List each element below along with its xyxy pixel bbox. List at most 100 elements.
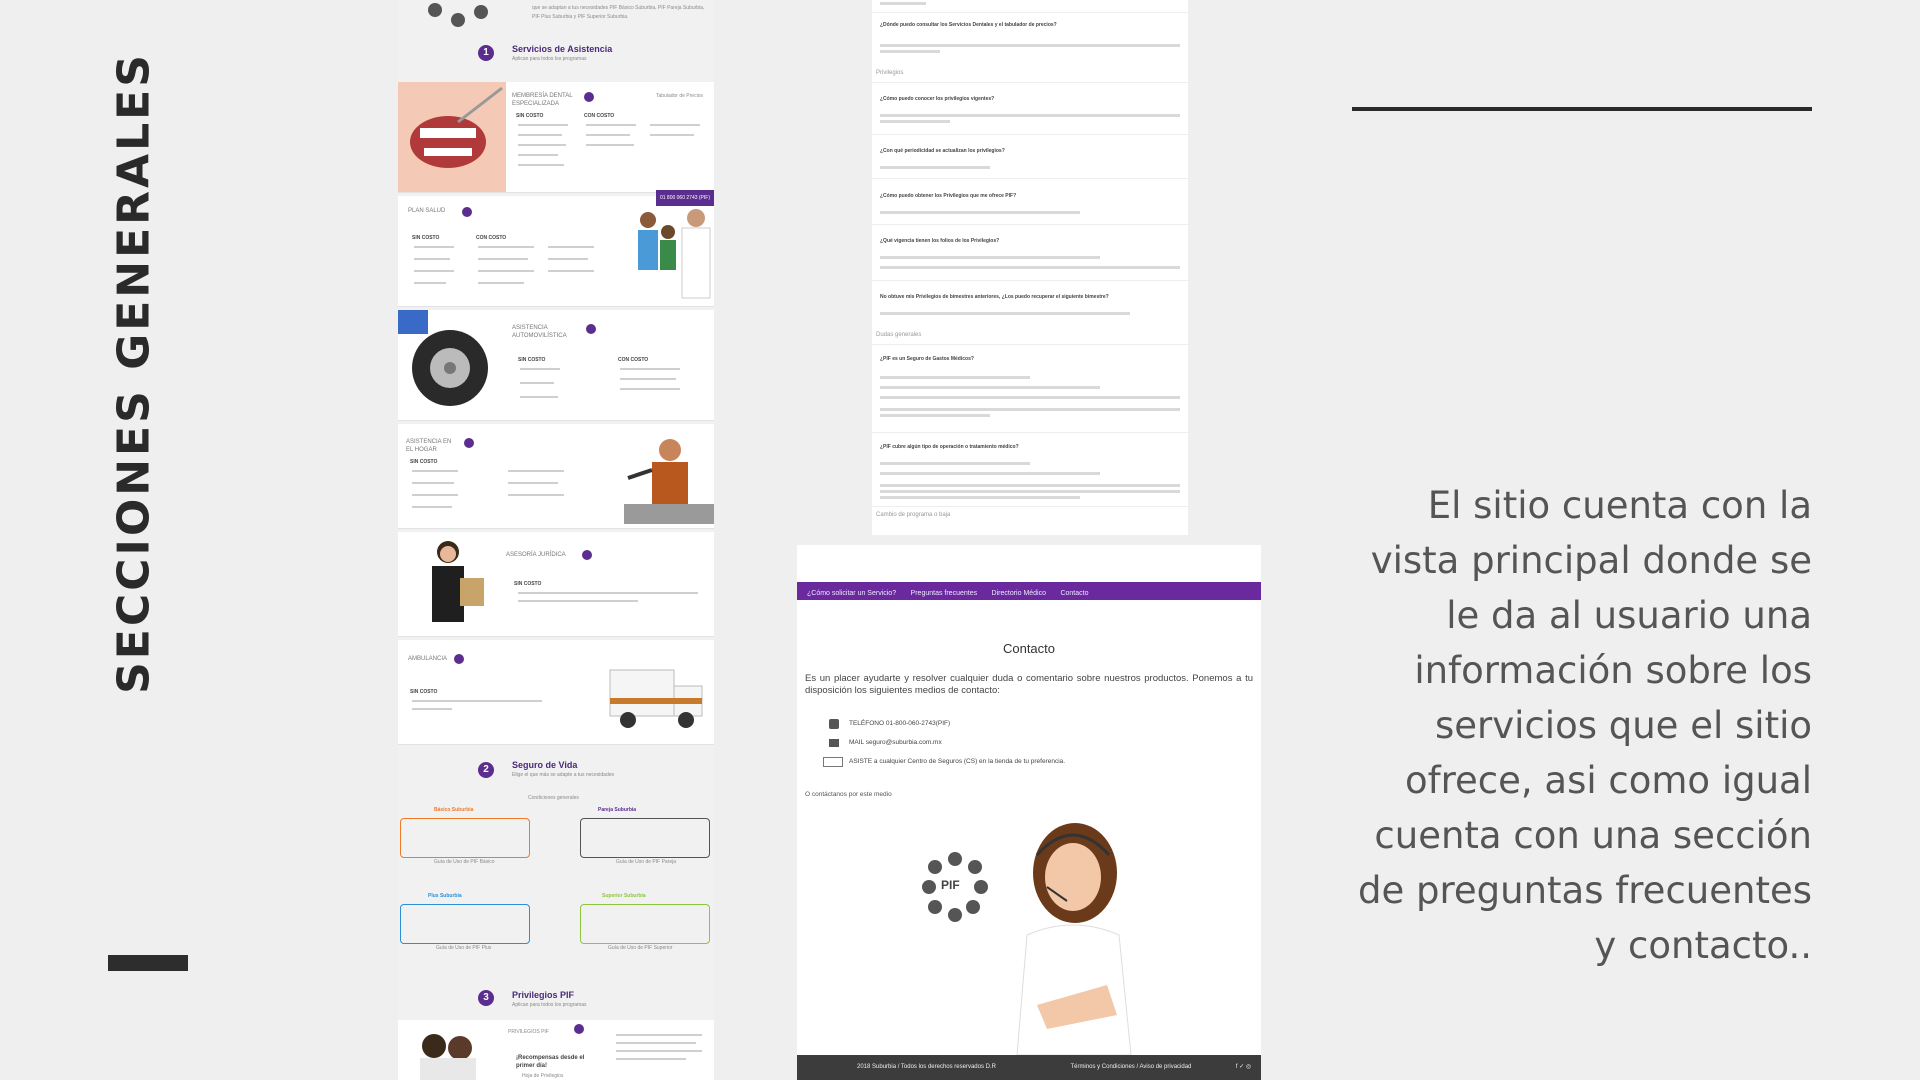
family-doctor-photo — [638, 209, 711, 299]
footer-legal-links[interactable]: Términos y Condiciones / Aviso de privac… — [1070, 1064, 1191, 1070]
tire-photo — [398, 310, 498, 420]
faq-question[interactable]: ¿PIF es un Seguro de Gastos Médicos? — [880, 356, 974, 362]
section-subtitle: Aplican para todos los programas — [512, 56, 587, 62]
slide-title-text: SECCIONES GENERALES — [108, 51, 160, 694]
privileges-title: PRIVILEGIOS PIF — [508, 1029, 549, 1035]
card-left-label: SIN COSTO — [518, 357, 546, 363]
card-right-label: CON COSTO — [476, 235, 507, 241]
section-title: Servicios de Asistencia — [512, 44, 613, 54]
car-icon — [586, 324, 596, 334]
accent-bar — [108, 955, 188, 971]
plan-box — [400, 904, 530, 944]
faq-question[interactable]: No obtuve mis Privilegios de bimestres a… — [880, 294, 1109, 300]
nav-item[interactable]: Preguntas frecuentes — [911, 590, 978, 597]
faq-question[interactable]: ¿Con qué periodicidad se actualizan los … — [880, 148, 1005, 154]
contact-alt: O contáctanos por este medio — [805, 791, 892, 798]
card-left-label: SIN COSTO — [412, 235, 440, 241]
faq-category[interactable]: Cambio de programa o baja — [876, 512, 950, 518]
service-card-dental[interactable]: MEMBRESÍA DENTAL ESPECIALIZADA Tabulador… — [398, 82, 714, 193]
plan-box — [580, 904, 710, 944]
card-right-label: CON COSTO — [584, 113, 615, 119]
card-left-label: SIN COSTO — [514, 581, 542, 587]
nav-item[interactable]: Directorio Médico — [992, 590, 1046, 597]
contact-mail[interactable]: MAIL seguro@suburbia.com.mx — [849, 739, 942, 746]
contact-phone[interactable]: TELÉFONO 01-800-060-2743(PIF) — [849, 720, 950, 727]
faq-category[interactable]: Privilegios — [876, 70, 903, 76]
nav-item[interactable]: ¿Cómo solicitar un Servicio? — [807, 590, 896, 597]
contact-visit: ASISTE a cualquier Centro de Seguros (CS… — [849, 758, 1066, 765]
faq-question[interactable]: ¿PIF cubre algún tipo de operación o tra… — [880, 444, 1019, 450]
slide-description: El sitio cuenta con la vista principal d… — [1357, 484, 1812, 967]
pif-logo-text: PIF — [941, 878, 960, 892]
card-title: ASESORÍA JURÍDICA — [506, 552, 566, 558]
service-card-home[interactable]: ASISTENCIA EN EL HOGAR SIN COSTO — [398, 424, 714, 529]
faq-category[interactable]: Dudas generales — [876, 332, 921, 338]
home-page-screenshot: que se adaptan a tus necesidades PIF Bás… — [398, 0, 714, 1080]
card-extra-link[interactable]: Tabulador de Precios — [656, 92, 703, 100]
mail-icon — [829, 739, 839, 747]
card-title: ASISTENCIA AUTOMOVILÍSTICA — [512, 325, 567, 339]
service-card-health[interactable]: PLAN SALUD SIN COSTO CON COSTO — [398, 196, 714, 307]
card-left-label: SIN COSTO — [410, 459, 438, 465]
contact-page-screenshot: ¿Cómo solicitar un Servicio? Preguntas f… — [797, 545, 1261, 1080]
card-left-label: SIN COSTO — [410, 689, 438, 695]
faq-page-screenshot: ¿Dónde puedo consultar los Servicios Den… — [872, 0, 1188, 535]
social-icons[interactable]: f ✓ ◎ — [1236, 1064, 1251, 1070]
service-card-ambulance[interactable]: AMBULANCIA SIN COSTO — [398, 640, 714, 745]
plan-guide-link[interactable]: Guía de Uso de PIF Básico — [434, 858, 495, 866]
card-right-label: CON COSTO — [618, 357, 649, 363]
plan-pareja[interactable]: Pareja Suburbia Guía de Uso de PIF Parej… — [578, 804, 712, 866]
home-intro-text: que se adaptan a tus necesidades PIF Bás… — [532, 5, 705, 20]
service-card-legal[interactable]: ASESORÍA JURÍDICA SIN COSTO — [398, 532, 714, 637]
faq-question[interactable]: ¿Cómo puedo conocer los privilegios vige… — [880, 96, 994, 102]
contact-heading: Contacto — [1002, 641, 1056, 656]
section-number: 1 — [478, 45, 494, 61]
plan-superior[interactable]: Superior Suburbia Guía de Uso de PIF Sup… — [578, 890, 712, 952]
faq-question[interactable]: ¿Qué vigencia tienen los folios de los P… — [880, 238, 999, 244]
nav-item[interactable]: Contacto — [1060, 590, 1088, 597]
phone-icon — [829, 719, 839, 729]
section-subtitle: Elige el que más se adapte a tus necesid… — [512, 772, 615, 778]
plan-box — [580, 818, 710, 858]
service-card-auto[interactable]: ASISTENCIA AUTOMOVILÍSTICA SIN COSTO CON… — [398, 310, 714, 421]
plan-guide-link[interactable]: Guía de Uso de PIF Superior — [608, 944, 672, 952]
plan-box — [400, 818, 530, 858]
contact-footer: 2018 Suburbia / Todos los derechos reser… — [797, 1055, 1261, 1080]
plumber-photo — [624, 439, 714, 524]
card-title: AMBULANCIA — [408, 656, 448, 662]
section-number: 2 — [478, 762, 494, 778]
card-title: MEMBRESÍA DENTAL ESPECIALIZADA — [512, 93, 573, 107]
store-icon — [823, 757, 843, 767]
card-left-label: SIN COSTO — [516, 113, 544, 119]
scales-icon — [582, 550, 592, 560]
card-title: PLAN SALUD — [408, 208, 446, 214]
faq-question[interactable]: ¿Cómo puedo obtener los Privilegios que … — [880, 193, 1016, 199]
plan-name: Superior Suburbia — [602, 893, 646, 899]
section-title: Privilegios PIF — [512, 990, 575, 1000]
plan-guide-link[interactable]: Guía de Uso de PIF Plus — [436, 944, 491, 952]
privileges-tagline: ¡Recompensas desde el primer día! — [516, 1055, 585, 1069]
faq-question[interactable]: ¿Dónde puedo consultar los Servicios Den… — [880, 22, 1057, 28]
section-subtitle: Aplican para todos los programas — [512, 1002, 587, 1008]
dental-photo — [398, 82, 506, 192]
general-conditions-link[interactable]: Condiciones generales — [528, 794, 579, 802]
privileges-link[interactable]: Hoja de Privilegios — [522, 1072, 563, 1080]
contact-intro: Es un placer ayudarte y resolver cualqui… — [805, 673, 1253, 696]
phone-badge[interactable]: 01 800 060 2743 (PIF) — [656, 190, 714, 206]
lawyer-photo — [432, 541, 484, 622]
divider-rule — [1352, 107, 1812, 111]
plan-plus[interactable]: Plus Suburbia Guía de Uso de PIF Plus — [398, 890, 532, 952]
plan-basico[interactable]: Básico Suburbia Guía de Uso de PIF Básic… — [398, 804, 532, 866]
slide-title: SECCIONES GENERALES — [108, 52, 160, 694]
contact-navbar: ¿Cómo solicitar un Servicio? Preguntas f… — [797, 582, 1261, 600]
ambulance-photo — [609, 669, 703, 728]
privileges-card[interactable]: PRIVILEGIOS PIF ¡Recompensas desde el pr… — [398, 1020, 714, 1080]
plan-name: Pareja Suburbia — [598, 807, 637, 813]
pif-icons-cluster — [428, 3, 488, 27]
section-title: Seguro de Vida — [512, 760, 578, 770]
health-icon — [462, 207, 472, 217]
couple-photo — [420, 1034, 476, 1080]
operator-photo — [1016, 823, 1132, 1055]
house-icon — [464, 438, 474, 448]
plan-guide-link[interactable]: Guía de Uso de PIF Pareja — [616, 858, 676, 866]
